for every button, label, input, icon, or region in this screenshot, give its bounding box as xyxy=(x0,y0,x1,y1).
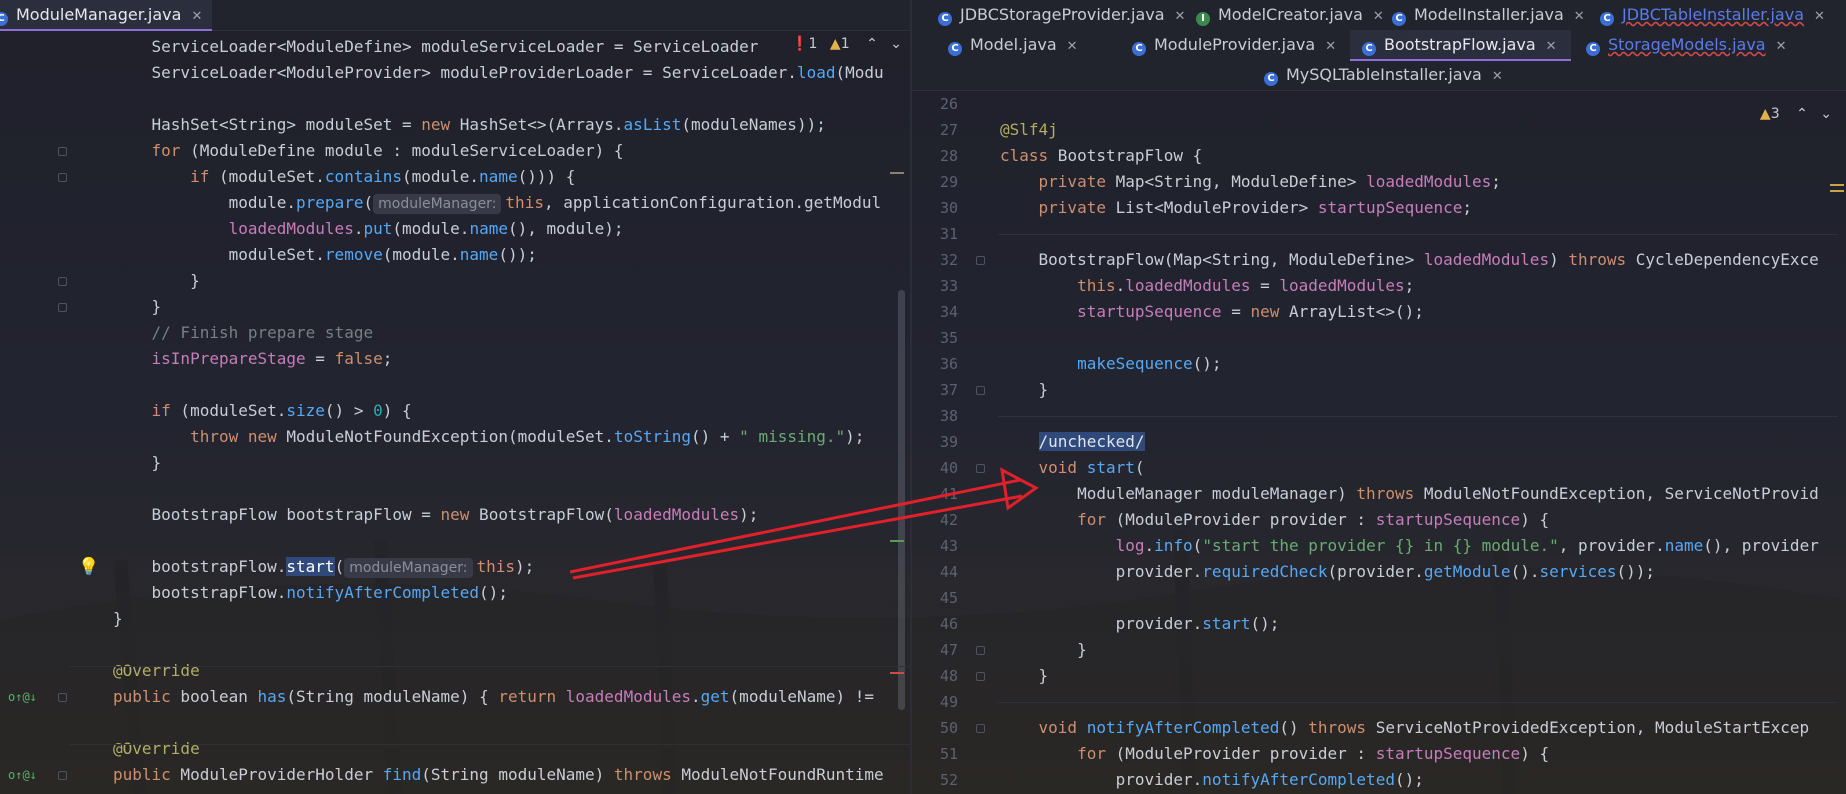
ide-window: C ModuleManager.java ✕ ❗1 ▲1 ⌃ ⌄ ServiceLo… xyxy=(0,0,1846,794)
annotation-arrow xyxy=(569,467,1039,580)
